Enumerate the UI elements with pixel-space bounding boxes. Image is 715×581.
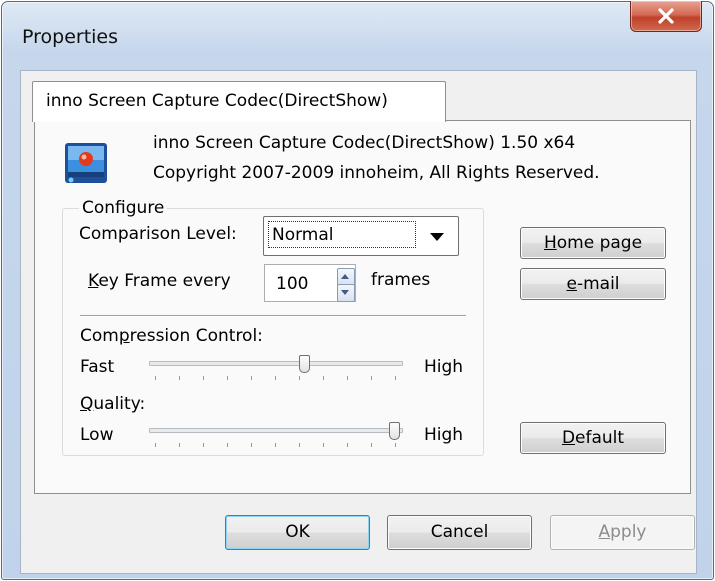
slider-tick <box>179 376 180 380</box>
email-button[interactable]: e-mail <box>520 268 666 300</box>
slider-tick <box>251 443 252 447</box>
keyframe-value: 100 <box>276 274 309 294</box>
slider-tick <box>323 376 324 380</box>
quality-min-label: Low <box>80 425 114 445</box>
slider-tick <box>395 376 396 380</box>
slider-tick <box>251 376 252 380</box>
tab-label: inno Screen Capture Codec(DirectShow) <box>46 91 388 111</box>
comparison-level-select[interactable]: Normal <box>263 216 459 256</box>
codec-name-version: inno Screen Capture Codec(DirectShow) 1.… <box>153 133 576 153</box>
copyright-text: Copyright 2007-2009 innoheim, All Rights… <box>153 163 600 183</box>
close-button[interactable] <box>630 1 702 32</box>
slider-tick <box>299 443 300 447</box>
slider-thumb[interactable] <box>299 355 310 373</box>
comparison-level-label: Comparison Level: <box>79 224 237 244</box>
slider-tick <box>299 376 300 380</box>
slider-tick <box>347 443 348 447</box>
configure-group-label: Configure <box>79 198 168 218</box>
spin-down-button[interactable] <box>337 284 355 302</box>
ok-button[interactable]: OK <box>225 515 370 550</box>
slider-tick <box>371 376 372 380</box>
slider-tick <box>203 376 204 380</box>
window-title: Properties <box>22 26 119 48</box>
slider-tick <box>203 443 204 447</box>
arrow-down-icon <box>341 290 349 295</box>
slider-tick <box>179 443 180 447</box>
compression-max-label: High <box>424 357 464 377</box>
slider-tick <box>227 376 228 380</box>
keyframe-label: Key Frame every <box>88 271 231 291</box>
slider-tick <box>323 443 324 447</box>
slider-track[interactable] <box>149 428 403 433</box>
codec-app-icon <box>65 143 107 183</box>
slider-tick <box>155 443 156 447</box>
compression-control-label: Compression Control: <box>80 326 263 346</box>
cancel-button[interactable]: Cancel <box>387 515 532 550</box>
chevron-down-icon <box>430 233 444 241</box>
arrow-up-icon <box>341 274 349 279</box>
slider-tick <box>227 443 228 447</box>
slider-track[interactable] <box>149 361 403 366</box>
slider-tick <box>275 443 276 447</box>
slider-thumb[interactable] <box>389 422 400 440</box>
slider-tick <box>395 443 396 447</box>
apply-button[interactable]: Apply <box>550 515 695 550</box>
keyframe-unit-label: frames <box>371 270 431 290</box>
slider-tick <box>155 376 156 380</box>
tab-codec[interactable]: inno Screen Capture Codec(DirectShow) <box>32 81 446 122</box>
compression-min-label: Fast <box>80 357 115 377</box>
quality-label: Quality: <box>80 394 146 414</box>
default-button[interactable]: Default <box>520 422 666 454</box>
slider-tick <box>347 376 348 380</box>
keyframe-stepper[interactable]: 100 <box>264 264 356 302</box>
close-x-icon <box>658 8 674 24</box>
slider-tick <box>371 443 372 447</box>
divider <box>80 315 466 317</box>
comparison-level-value: Normal <box>268 221 416 248</box>
quality-max-label: High <box>424 425 464 445</box>
home-page-button[interactable]: Home page <box>520 227 666 259</box>
slider-tick <box>275 376 276 380</box>
